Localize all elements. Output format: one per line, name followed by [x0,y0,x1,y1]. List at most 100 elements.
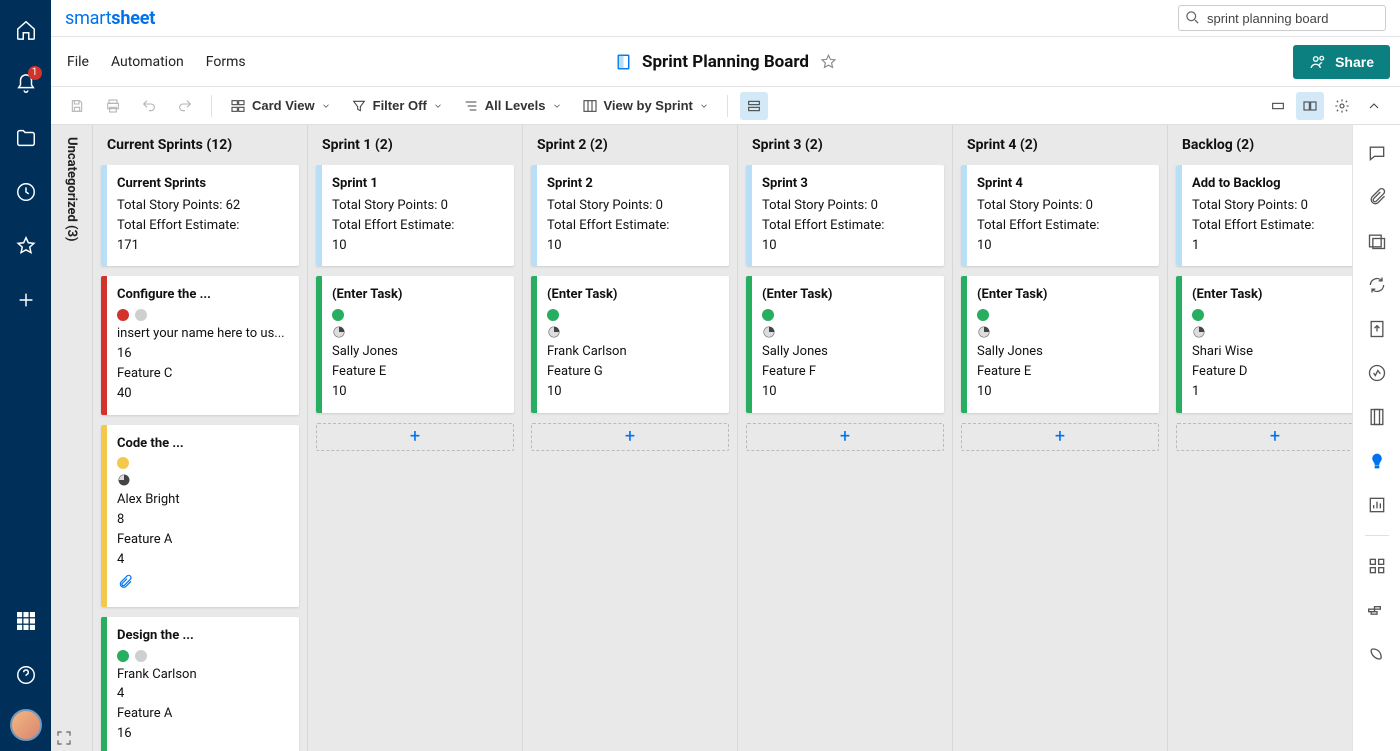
status-dot [762,309,774,321]
summary-icon[interactable] [1359,399,1395,435]
column-header[interactable]: Sprint 1 (2) [308,125,522,165]
card-title: Code the ... [117,435,289,454]
card-field: insert your name here to us... [117,325,289,344]
card-field: Frank Carlson [117,666,289,685]
card-title: Sprint 2 [547,175,719,194]
card[interactable]: Sprint 2Total Story Points: 0Total Effor… [531,165,729,266]
solution-center-icon[interactable] [6,601,46,641]
card-field: 8 [117,511,289,530]
card-field: 10 [332,237,504,256]
card-field: 171 [117,237,289,256]
filter-button[interactable]: Filter Off [345,92,449,120]
notifications-icon[interactable]: 1 [6,64,46,104]
menu-forms[interactable]: Forms [206,54,246,70]
save-button [63,92,91,120]
settings-icon[interactable] [1328,92,1356,120]
card-field: Feature G [547,363,719,382]
view-toolbar: Card View Filter Off All Levels View by … [51,87,1400,125]
attachments-icon[interactable] [1359,179,1395,215]
card-field: Feature D [1192,363,1352,382]
update-requests-icon[interactable] [1359,267,1395,303]
conversations-icon[interactable] [1359,135,1395,171]
card[interactable]: (Enter Task)Sally JonesFeature E10 [961,276,1159,412]
layout-single-toggle[interactable] [1264,92,1292,120]
expand-view-icon[interactable] [55,729,73,747]
card-view-button[interactable]: Card View [224,92,337,120]
add-card-button[interactable]: + [961,423,1159,451]
card[interactable]: Code the ...Alex Bright8Feature A4 [101,425,299,607]
card[interactable]: (Enter Task)Sally JonesFeature F10 [746,276,944,412]
add-card-button[interactable]: + [316,423,514,451]
activity-log-icon[interactable] [1359,355,1395,391]
connector-2-icon[interactable] [1359,592,1395,628]
share-button[interactable]: Share [1293,45,1390,79]
card-field: Sally Jones [762,343,934,362]
column-header[interactable]: Sprint 3 (2) [738,125,952,165]
card[interactable]: Design the ...Frank Carlson4Feature A16 [101,617,299,751]
proofs-icon[interactable] [1359,223,1395,259]
card[interactable]: Sprint 1Total Story Points: 0Total Effor… [316,165,514,266]
card-field: Shari Wise [1192,343,1352,362]
card[interactable]: (Enter Task)Shari WiseFeature D1 [1176,276,1352,412]
collapsed-column[interactable]: Uncategorized (3) [51,125,93,751]
share-icon [1309,53,1327,71]
card-field: Feature A [117,705,289,724]
connector-1-icon[interactable] [1359,548,1395,584]
card-field: Alex Bright [117,491,289,510]
favorites-icon[interactable] [6,226,46,266]
layout-split-toggle[interactable] [1296,92,1324,120]
card-field: Feature C [117,365,289,384]
add-card-button[interactable]: + [746,423,944,451]
compact-cards-toggle[interactable] [740,92,768,120]
home-icon[interactable] [6,10,46,50]
column-header[interactable]: Backlog (2) [1168,125,1352,165]
favorite-toggle-icon[interactable] [819,53,837,71]
create-icon[interactable] [6,280,46,320]
card-field: Sally Jones [332,343,504,362]
card[interactable]: Current SprintsTotal Story Points: 62Tot… [101,165,299,266]
card[interactable]: Sprint 4Total Story Points: 0Total Effor… [961,165,1159,266]
board-column: Current Sprints (12)Current SprintsTotal… [93,125,308,751]
column-header[interactable]: Sprint 4 (2) [953,125,1167,165]
card-title: (Enter Task) [762,286,934,305]
publish-icon[interactable] [1359,311,1395,347]
card[interactable]: Add to BacklogTotal Story Points: 0Total… [1176,165,1352,266]
collapse-panel-icon[interactable] [1360,92,1388,120]
card-title: (Enter Task) [1192,286,1352,305]
brandfolder-icon[interactable] [1359,443,1395,479]
menu-automation[interactable]: Automation [111,54,184,70]
card[interactable]: Configure the ...insert your name here t… [101,276,299,414]
global-search-input[interactable] [1178,5,1386,31]
card[interactable]: (Enter Task)Frank CarlsonFeature G10 [531,276,729,412]
card[interactable]: Sprint 3Total Story Points: 0Total Effor… [746,165,944,266]
column-header[interactable]: Sprint 2 (2) [523,125,737,165]
brand-logo: smartsheet [65,8,155,29]
card-field: 16 [117,725,289,744]
card-field: Feature E [977,363,1149,382]
add-card-button[interactable]: + [1176,423,1352,451]
recents-icon[interactable] [6,172,46,212]
card-title: (Enter Task) [332,286,504,305]
user-avatar[interactable] [10,709,42,741]
kanban-board: Uncategorized (3)Current Sprints (12)Cur… [51,125,1352,751]
board-column: Sprint 2 (2)Sprint 2Total Story Points: … [523,125,738,751]
card-field: 10 [977,383,1149,402]
browse-icon[interactable] [6,118,46,158]
attachment-icon [117,574,133,590]
card-title: Current Sprints [117,175,289,194]
add-card-button[interactable]: + [531,423,729,451]
column-header[interactable]: Current Sprints (12) [93,125,307,165]
card[interactable]: (Enter Task)Sally JonesFeature E10 [316,276,514,412]
connector-3-icon[interactable] [1359,636,1395,672]
card-field: Total Effort Estimate: [332,217,504,236]
view-by-button[interactable]: View by Sprint [576,92,715,120]
reports-icon[interactable] [1359,487,1395,523]
status-dot [977,309,989,321]
card-field: Feature F [762,363,934,382]
help-icon[interactable] [6,655,46,695]
card-field: Total Effort Estimate: [547,217,719,236]
levels-button[interactable]: All Levels [457,92,568,120]
board-column: Sprint 3 (2)Sprint 3Total Story Points: … [738,125,953,751]
card-field: Total Effort Estimate: [977,217,1149,236]
menu-file[interactable]: File [67,54,89,70]
